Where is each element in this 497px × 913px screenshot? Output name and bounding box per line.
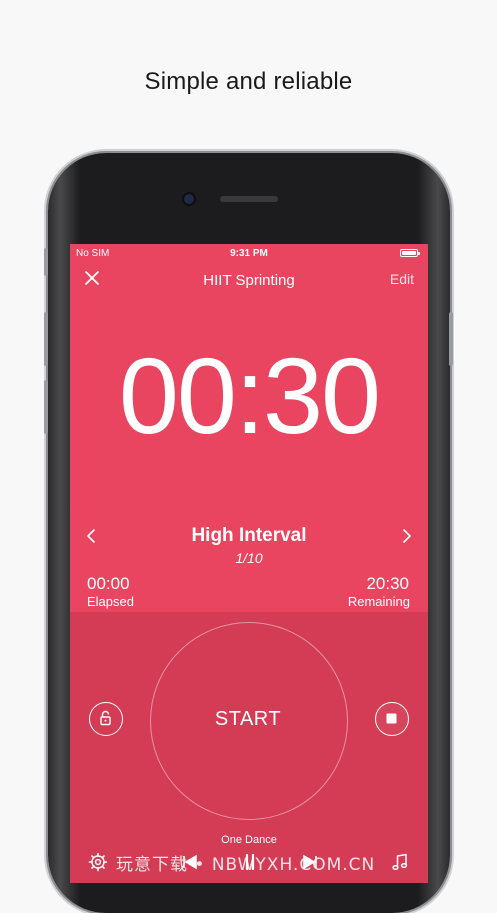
- lock-button[interactable]: [89, 702, 123, 736]
- stop-icon: [386, 713, 397, 724]
- elapsed-label: Elapsed: [87, 594, 134, 609]
- chevron-right-icon[interactable]: [400, 528, 414, 544]
- remaining-label: Remaining: [347, 594, 410, 609]
- interval-name: High Interval: [191, 525, 307, 546]
- volume-down-button: [44, 380, 48, 434]
- settings-icon[interactable]: [88, 852, 108, 872]
- interval-count: 1/10: [235, 550, 263, 566]
- page-headline: Simple and reliable: [144, 68, 353, 95]
- battery-icon: [400, 249, 420, 257]
- status-time: 9:31 PM: [230, 248, 268, 259]
- workout-title: HIIT Sprinting: [203, 272, 295, 289]
- watermark: 玩意下载 • NBWYXH.COM.CN: [116, 855, 376, 875]
- lock-icon: [100, 710, 111, 726]
- start-button[interactable]: START: [150, 708, 346, 731]
- elapsed-value: 00:00: [87, 574, 130, 593]
- edit-button[interactable]: Edit: [390, 271, 414, 287]
- song-title: One Dance: [221, 834, 277, 846]
- countdown-display: 00:30: [118, 335, 381, 456]
- app-screen: No SIM 9:31 PM HIIT Sprinting Edit 00:30…: [70, 244, 428, 883]
- music-note-icon[interactable]: [390, 852, 410, 872]
- mute-switch: [44, 248, 48, 276]
- stop-button[interactable]: [375, 702, 409, 736]
- camera: [184, 194, 194, 204]
- speaker-grille: [220, 196, 278, 202]
- control-panel: START One Dance: [70, 612, 428, 883]
- volume-up-button: [44, 312, 48, 366]
- power-button: [449, 312, 453, 366]
- remaining-value: 20:30: [366, 574, 409, 593]
